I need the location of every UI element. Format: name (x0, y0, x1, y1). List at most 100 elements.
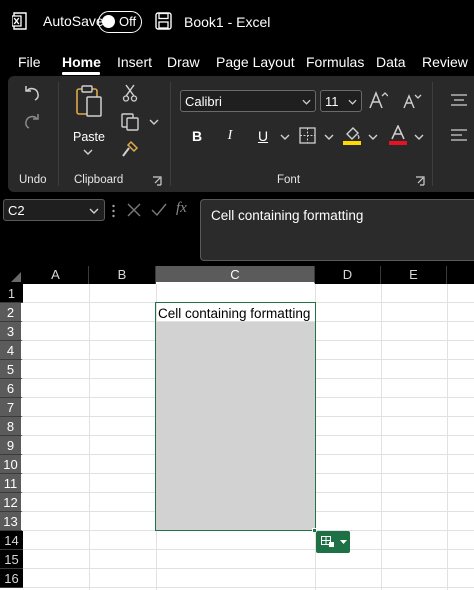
align-left-icon[interactable] (451, 129, 467, 141)
cell-c2[interactable]: Cell containing formatting (158, 306, 310, 321)
toggle-knob (102, 15, 115, 28)
group-divider (432, 82, 433, 186)
paste-icon[interactable] (74, 84, 104, 118)
font-name-select[interactable]: Calibri (180, 90, 316, 112)
selected-range-border[interactable] (155, 302, 316, 531)
tab-home[interactable]: Home (62, 54, 101, 70)
autosave-label: AutoSave (43, 13, 104, 29)
borders-icon[interactable] (299, 127, 316, 144)
autosave-state: Off (119, 14, 137, 29)
font-size-select[interactable]: 11 (320, 90, 362, 112)
font-color-dropdown-icon[interactable] (414, 134, 424, 140)
save-icon[interactable] (155, 12, 172, 30)
name-box[interactable]: C2 (3, 199, 105, 221)
font-size-value: 11 (325, 94, 339, 109)
column-header-b[interactable]: B (89, 266, 156, 284)
tab-draw[interactable]: Draw (167, 54, 200, 70)
increase-font-size-icon[interactable] (368, 90, 388, 110)
insert-function-icon[interactable]: fx (176, 200, 187, 217)
name-box-value: C2 (8, 203, 25, 218)
gridline (23, 587, 474, 588)
document-title: Book1 - Excel (184, 14, 271, 30)
tab-data[interactable]: Data (376, 54, 406, 70)
chevron-down-icon (340, 540, 347, 544)
cancel-entry-icon[interactable] (127, 203, 141, 217)
row-header-8[interactable]: 8 (0, 417, 23, 436)
row-header-12[interactable]: 12 (0, 493, 23, 512)
italic-button[interactable]: I (222, 128, 238, 144)
undo-icon[interactable] (23, 84, 41, 102)
redo-icon[interactable] (23, 112, 41, 130)
undo-group-label: Undo (19, 174, 47, 186)
row-header-10[interactable]: 10 (0, 455, 23, 474)
gridline (381, 284, 382, 590)
chevron-down-icon (302, 99, 311, 105)
tab-file[interactable]: File (18, 54, 41, 70)
formula-bar: C2 fx Cell containing formatting (0, 194, 474, 266)
font-color-icon[interactable] (389, 125, 407, 145)
copy-dropdown-icon[interactable] (149, 119, 159, 125)
row-header-3[interactable]: 3 (0, 322, 23, 341)
active-tab-indicator (62, 72, 100, 75)
ribbon: Undo Paste Clipboard Calibri 11 B I U Fo… (8, 76, 474, 192)
bold-button[interactable]: B (189, 128, 205, 144)
tab-review[interactable]: Review (422, 54, 468, 70)
row-header-15[interactable]: 15 (0, 550, 23, 569)
title-bar: AutoSave Off Book1 - Excel (0, 0, 474, 44)
borders-dropdown-icon[interactable] (324, 134, 334, 140)
more-options-icon[interactable] (112, 204, 115, 218)
group-divider (58, 82, 59, 186)
gridline (23, 568, 474, 569)
copy-icon[interactable] (121, 113, 139, 131)
font-group-label: Font (277, 174, 301, 186)
column-header-a[interactable]: A (23, 266, 89, 284)
decrease-font-size-icon[interactable] (402, 92, 422, 110)
format-painter-icon[interactable] (121, 140, 139, 158)
excel-logo-icon (12, 12, 27, 30)
underline-button[interactable]: U (255, 128, 271, 144)
column-header-d[interactable]: D (315, 266, 381, 284)
column-header-partial[interactable] (447, 266, 474, 284)
gridline (23, 549, 474, 550)
confirm-entry-icon[interactable] (151, 203, 167, 217)
tab-insert[interactable]: Insert (117, 54, 152, 70)
column-header-c[interactable]: C (156, 266, 315, 284)
quick-analysis-icon (321, 536, 334, 547)
row-header-16[interactable]: 16 (0, 569, 23, 588)
fill-color-dropdown-icon[interactable] (368, 134, 378, 140)
select-all-corner[interactable] (0, 266, 23, 284)
row-header-5[interactable]: 5 (0, 360, 23, 379)
row-header-7[interactable]: 7 (0, 398, 23, 417)
row-header-2[interactable]: 2 (0, 303, 23, 322)
ribbon-tabs: File Home Insert Draw Page Layout Formul… (0, 48, 474, 76)
top-align-icon[interactable] (451, 94, 467, 106)
quick-analysis-button[interactable] (316, 531, 350, 553)
paste-label[interactable]: Paste (73, 130, 105, 144)
tab-formulas[interactable]: Formulas (306, 54, 364, 70)
spreadsheet-grid: A B C D E Cell containing formatting 1 2… (0, 266, 474, 590)
row-header-9[interactable]: 9 (0, 436, 23, 455)
row-header-4[interactable]: 4 (0, 341, 23, 360)
formula-input[interactable]: Cell containing formatting (200, 199, 474, 261)
font-launcher-icon[interactable] (415, 176, 425, 186)
gridline (447, 284, 448, 590)
row-header-14[interactable]: 14 (0, 531, 23, 550)
column-header-e[interactable]: E (381, 266, 447, 284)
autosave-toggle[interactable]: Off (98, 11, 142, 33)
row-header-11[interactable]: 11 (0, 474, 23, 493)
row-header-6[interactable]: 6 (0, 379, 23, 398)
tab-page-layout[interactable]: Page Layout (216, 54, 295, 70)
clipboard-launcher-icon[interactable] (152, 176, 162, 186)
chevron-down-icon (89, 208, 99, 214)
row-header-13[interactable]: 13 (0, 512, 23, 531)
formula-text: Cell containing formatting (211, 208, 364, 223)
row-header-1[interactable]: 1 (0, 284, 23, 303)
clipboard-group-label: Clipboard (74, 174, 124, 186)
group-divider (170, 82, 171, 186)
cut-icon[interactable] (122, 84, 138, 102)
underline-dropdown-icon[interactable] (280, 134, 290, 140)
paste-dropdown-icon[interactable] (83, 149, 93, 155)
fill-color-icon[interactable] (343, 125, 361, 145)
select-all-icon (11, 272, 21, 282)
font-name-value: Calibri (185, 94, 222, 109)
